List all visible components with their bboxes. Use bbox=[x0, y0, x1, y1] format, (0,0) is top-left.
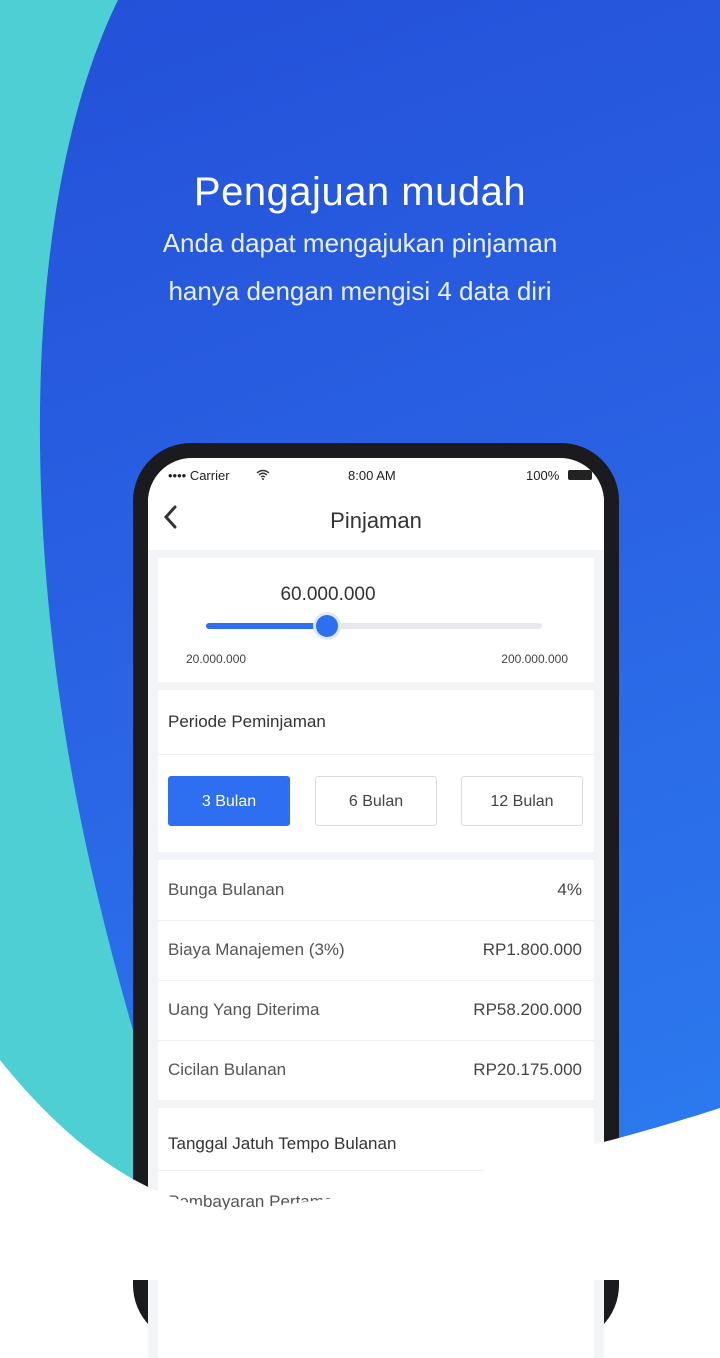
loan-amount-card: 60.000.000 20.000.000 200.000.000 bbox=[158, 558, 594, 682]
detail-label: Bunga Bulanan bbox=[168, 880, 285, 899]
divider bbox=[158, 754, 594, 755]
due-date-card: Tanggal Jatuh Tempo Bulanan Pembayaran P… bbox=[158, 1108, 594, 1358]
detail-label: Biaya Manajemen (3%) bbox=[168, 940, 345, 959]
first-payment-label[interactable]: Pembayaran Pertama bbox=[168, 1192, 333, 1212]
loan-amount-value: 60.000.000 bbox=[280, 584, 376, 605]
period-option-6-months[interactable]: 6 Bulan bbox=[315, 776, 437, 826]
detail-label: Uang Yang Diterima bbox=[168, 1000, 320, 1019]
period-option-3-months[interactable]: 3 Bulan bbox=[168, 776, 290, 826]
status-bar: •••• Carrier 8:00 AM 100% bbox=[148, 458, 604, 492]
detail-row: Biaya Manajemen (3%) RP1.800.000 bbox=[158, 920, 594, 981]
detail-row: Bunga Bulanan 4% bbox=[158, 860, 594, 921]
period-label: Periode Peminjaman bbox=[168, 712, 326, 731]
phone-screen: •••• Carrier 8:00 AM 100% Pinjaman 60.00… bbox=[148, 458, 604, 1358]
detail-row: Uang Yang Diterima RP58.200.000 bbox=[158, 980, 594, 1041]
due-date-title: Tanggal Jatuh Tempo Bulanan bbox=[168, 1134, 397, 1153]
loan-details-card: Bunga Bulanan 4% Biaya Manajemen (3%) RP… bbox=[158, 860, 594, 1100]
slider-min-label: 20.000.000 bbox=[186, 652, 247, 666]
loan-period-card: Periode Peminjaman 3 Bulan 6 Bulan 12 Bu… bbox=[158, 690, 594, 852]
detail-value: RP1.800.000 bbox=[482, 940, 582, 959]
detail-value: RP58.200.000 bbox=[473, 1000, 582, 1019]
slider-max-label: 200.000.000 bbox=[501, 652, 568, 666]
page-title: Pinjaman bbox=[330, 508, 422, 533]
nav-bar: Pinjaman bbox=[148, 492, 604, 550]
carrier-label: •••• Carrier bbox=[168, 468, 230, 483]
hero-title: Pengajuan mudah bbox=[193, 170, 527, 214]
slider-fill bbox=[206, 623, 327, 629]
battery-icon bbox=[568, 470, 592, 480]
period-option-12-months[interactable]: 12 Bulan bbox=[461, 776, 583, 826]
battery-label: 100% bbox=[526, 468, 560, 483]
hero-subtitle-line-1: Anda dapat mengajukan pinjaman bbox=[162, 228, 558, 258]
slider-thumb[interactable] bbox=[315, 615, 338, 637]
detail-row: Cicilan Bulanan RP20.175.000 bbox=[158, 1040, 594, 1100]
hero-subtitle-line-2: hanya dengan mengisi 4 data diri bbox=[168, 276, 552, 306]
loan-amount-slider[interactable] bbox=[206, 615, 542, 637]
wifi-icon bbox=[256, 468, 270, 483]
divider bbox=[158, 1170, 594, 1171]
detail-label: Cicilan Bulanan bbox=[168, 1060, 287, 1079]
status-time: 8:00 AM bbox=[348, 468, 396, 483]
detail-value: RP20.175.000 bbox=[473, 1060, 582, 1079]
detail-value: 4% bbox=[557, 880, 582, 899]
